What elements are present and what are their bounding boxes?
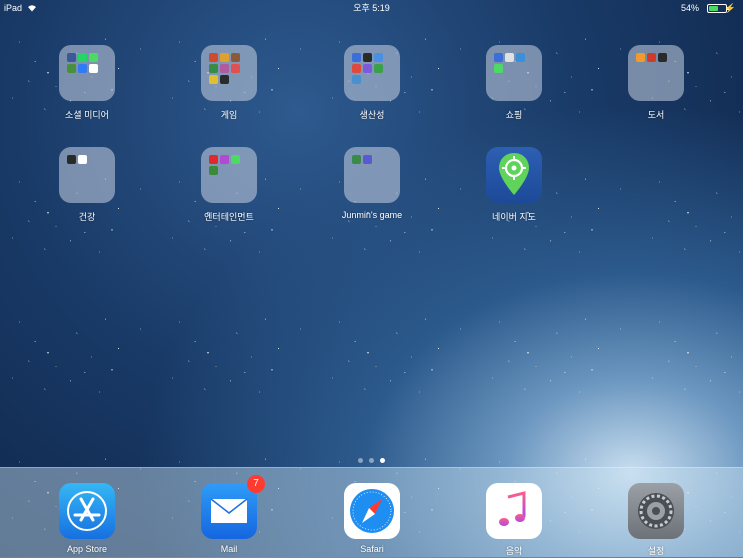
folder-mini-app-icon [505,53,514,62]
folder-mini-app-icon [636,53,645,62]
folder-mini-app-icon [352,53,361,62]
app-label: 건강 [78,212,96,222]
app-label: App Store [66,544,108,554]
app-label: 음악 [505,546,523,556]
folder-mini-app-icon [220,155,229,164]
folder-entertainment[interactable]: 엔터테인먼트 [179,147,279,223]
folder-mini-app-icon [363,53,372,62]
folder-icon [201,45,257,101]
mail-icon: 7 [201,475,265,539]
app-label: 소셜 미디어 [65,110,109,120]
notification-badge: 7 [247,475,265,493]
app-label: 엔터테인먼트 [204,212,254,222]
battery-percent: 54% [680,3,699,13]
dock-settings[interactable]: 설정 [606,483,706,557]
folder-mini-app-icon [209,155,218,164]
folder-mini-app-icon [209,166,218,175]
folder-icon [344,45,400,101]
folder-icon [486,45,542,101]
folder-mini-app-icon [231,155,240,164]
dock-safari[interactable]: Safari [322,483,422,554]
page-dot [358,458,363,463]
app-label: 네이버 지도 [492,212,536,222]
folder-mini-app-icon [363,155,372,164]
folder-shopping[interactable]: 쇼핑 [464,45,564,121]
app-label: 게임 [220,110,238,120]
safari-icon [344,483,400,539]
charging-icon: ⚡ [724,3,736,13]
folder-mini-app-icon [78,155,87,164]
status-time: 오후 5:19 [353,3,390,13]
folder-mini-app-icon [209,64,218,73]
folder-mini-app-icon [78,64,87,73]
folder-productivity[interactable]: 생산성 [322,45,422,121]
folder-junmins-game[interactable]: Junmin's game [322,147,422,220]
folder-mini-app-icon [658,53,667,62]
folder-mini-app-icon [67,155,76,164]
folder-mini-app-icon [78,53,87,62]
folder-games[interactable]: 게임 [179,45,279,121]
page-dot-current [380,458,385,463]
folder-mini-app-icon [352,75,361,84]
folder-mini-app-icon [67,64,76,73]
app-label: 설정 [647,546,665,556]
folder-social-media[interactable]: 소셜 미디어 [37,45,137,121]
folder-mini-app-icon [494,53,503,62]
folder-mini-app-icon [352,64,361,73]
map-pin-icon [486,147,542,203]
settings-icon [628,483,684,539]
folder-mini-app-icon [374,64,383,73]
folder-mini-app-icon [220,53,229,62]
folder-mini-app-icon [220,75,229,84]
folder-mini-app-icon [67,53,76,62]
dock: App Store 7 Mail Safari 음악 설정 [0,467,743,558]
folder-mini-app-icon [89,64,98,73]
folder-icon [201,147,257,203]
folder-mini-app-icon [516,53,525,62]
folder-mini-app-icon [363,64,372,73]
folder-icon [59,45,115,101]
folder-mini-app-icon [209,75,218,84]
app-label: 도서 [647,110,665,120]
folder-icon [628,45,684,101]
folder-icon [59,147,115,203]
status-bar: iPad 오후 5:19 54% ⚡ [0,0,743,16]
page-indicator[interactable] [0,458,743,463]
folder-mini-app-icon [494,64,503,73]
folder-icon [344,147,400,203]
folder-mini-app-icon [231,64,240,73]
folder-mini-app-icon [231,53,240,62]
app-label: Junmin's game [341,210,403,220]
folder-mini-app-icon [352,155,361,164]
app-label: 쇼핑 [505,110,523,120]
folder-mini-app-icon [209,53,218,62]
folder-mini-app-icon [647,53,656,62]
app-label: 생산성 [359,110,385,120]
dock-mail[interactable]: 7 Mail [179,475,279,554]
dock-app-store[interactable]: App Store [37,483,137,554]
music-icon [486,483,542,539]
dock-music[interactable]: 음악 [464,483,564,557]
app-label: Mail [220,544,238,554]
app-label: Safari [360,544,384,554]
app-store-icon [59,483,115,539]
folder-mini-app-icon [89,53,98,62]
folder-health[interactable]: 건강 [37,147,137,223]
folder-mini-app-icon [220,64,229,73]
app-naver-map[interactable]: 네이버 지도 [464,147,564,223]
folder-mini-app-icon [374,53,383,62]
folder-books[interactable]: 도서 [606,45,706,121]
page-dot [369,458,374,463]
